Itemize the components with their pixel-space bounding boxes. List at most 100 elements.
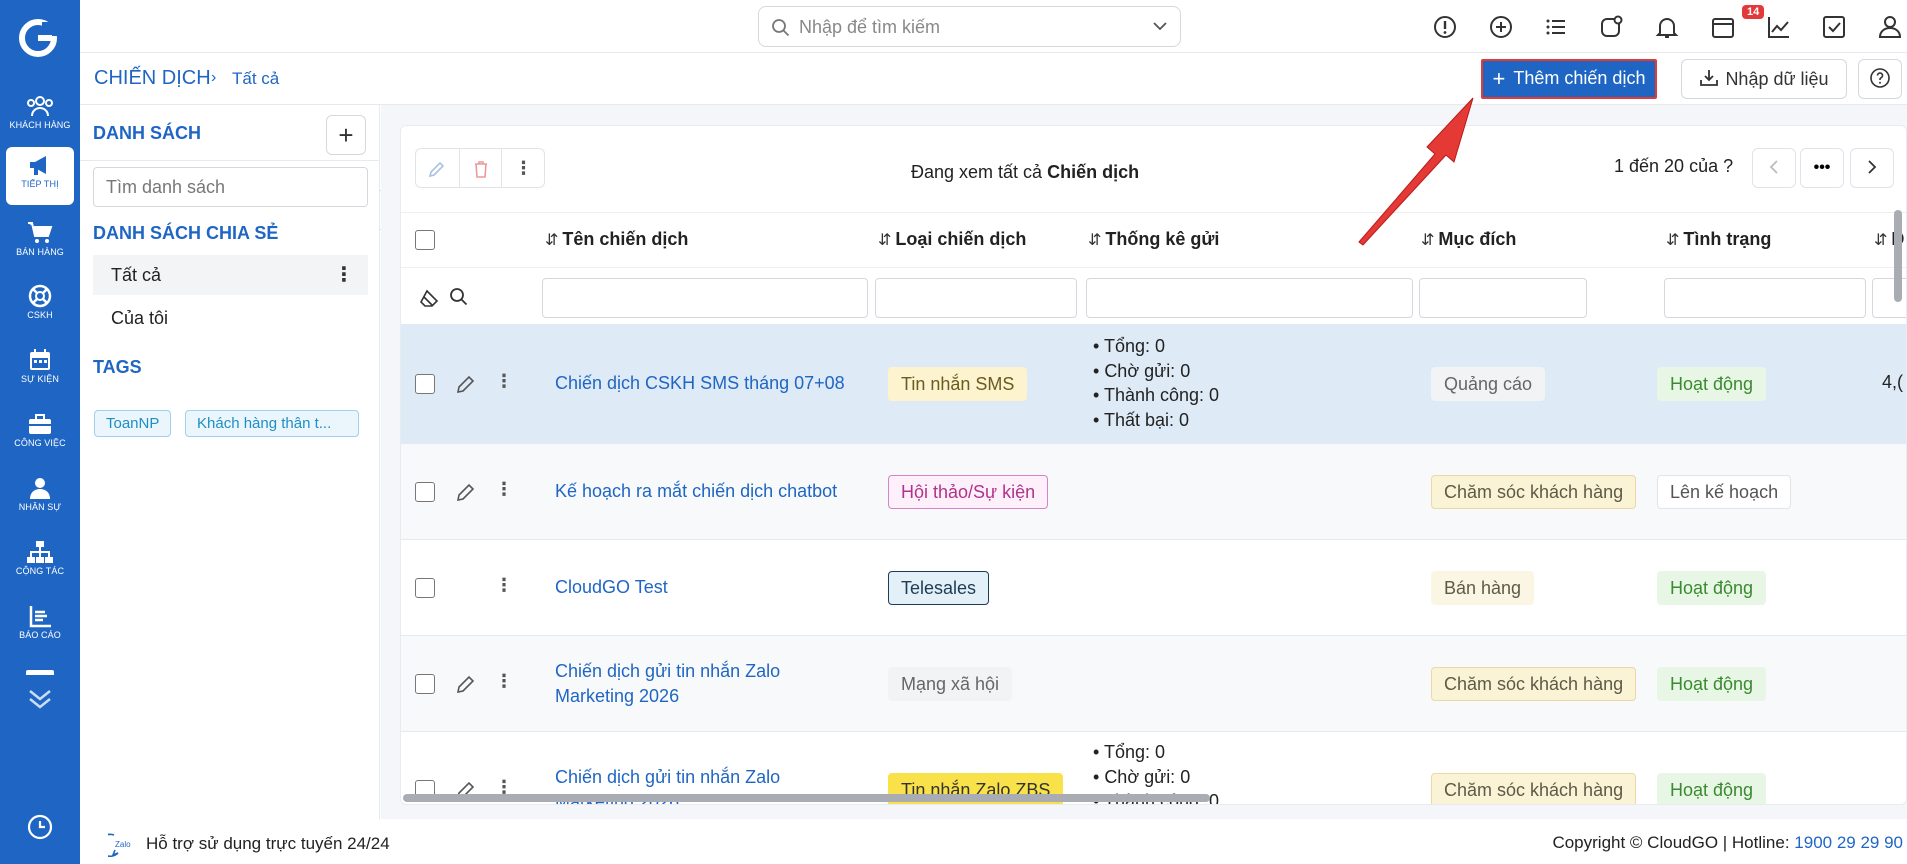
table-row[interactable]: ⋮ Chiến dịch gửi tin nhắn ZaloMarketing … — [401, 636, 1906, 732]
row-checkbox[interactable] — [415, 578, 435, 598]
bulk-actions: ⋮ — [415, 148, 545, 188]
nav-customers[interactable]: KHÁCH HÀNG — [0, 88, 80, 146]
nav-label: CSKH — [27, 310, 53, 320]
campaign-type-badge: Hội thảo/Sự kiện — [888, 475, 1049, 509]
list-item-all[interactable]: Tất cả ⋮ — [93, 255, 368, 295]
checkbox-icon[interactable] — [1821, 14, 1847, 40]
table-row[interactable]: ⋮ Chiến dịch CSKH SMS tháng 07+08 Tin nh… — [401, 324, 1906, 444]
search-input[interactable] — [799, 16, 1129, 38]
delete-button[interactable] — [459, 149, 502, 187]
tag-chip[interactable]: ToanNP — [94, 410, 172, 437]
select-all-checkbox[interactable] — [415, 230, 435, 250]
tags-title: TAGS — [93, 357, 142, 377]
column-header-type[interactable]: ⇵ Loại chiến dịch — [878, 229, 1026, 250]
campaign-name-link[interactable]: Kế hoạch ra mắt chiến dịch chatbot — [555, 479, 837, 504]
expand-down-icon[interactable] — [26, 688, 54, 710]
list-search-input[interactable] — [93, 167, 368, 207]
vertical-scrollbar[interactable] — [1894, 210, 1902, 302]
support-text[interactable]: Hỗ trợ sử dụng trực tuyến 24/24 — [146, 834, 390, 854]
status-badge: Hoạt động — [1657, 667, 1767, 701]
nav-reports[interactable]: BÁO CÁO — [0, 598, 80, 656]
filter-type-input[interactable] — [875, 278, 1077, 318]
zalo-icon[interactable]: Zalo — [108, 831, 138, 857]
column-header-status[interactable]: ⇵ Tình trạng — [1666, 229, 1771, 250]
annotation-arrow — [1358, 97, 1474, 246]
import-data-button[interactable]: Nhập dữ liệu — [1681, 59, 1847, 99]
edit-button[interactable] — [416, 149, 459, 187]
add-list-button[interactable]: + — [326, 115, 366, 155]
cloudgo-logo[interactable] — [18, 18, 62, 58]
clock-icon[interactable] — [27, 814, 53, 840]
next-page-button[interactable] — [1850, 148, 1894, 188]
nav-collaboration[interactable]: CỘNG TÁC — [0, 534, 80, 592]
help-button[interactable] — [1858, 59, 1902, 99]
column-header-stats[interactable]: ⇵ Thống kê gửi — [1088, 229, 1219, 250]
nav-sales[interactable]: BÁN HÀNG — [0, 215, 80, 273]
filter-purpose-input[interactable] — [1419, 278, 1587, 318]
scrollbar-thumb[interactable] — [403, 794, 1210, 802]
hotline-link[interactable]: 1900 29 29 90 — [1794, 833, 1903, 852]
more-vertical-icon[interactable]: ⋮ — [334, 255, 354, 295]
campaign-name-link[interactable]: CloudGO Test — [555, 575, 668, 600]
page-more-button[interactable]: ••• — [1800, 148, 1844, 188]
more-vertical-icon[interactable]: ⋮ — [502, 149, 545, 187]
tag-chip[interactable]: Khách hàng thân t... — [185, 410, 359, 437]
add-circle-icon[interactable] — [1488, 14, 1514, 40]
pencil-icon[interactable] — [455, 373, 477, 395]
list-icon[interactable] — [1543, 14, 1569, 40]
nav-label: CỘNG TÁC — [15, 566, 65, 576]
bell-icon[interactable] — [1654, 14, 1680, 40]
pencil-icon[interactable] — [455, 481, 477, 503]
horizontal-scrollbar[interactable] — [401, 793, 1906, 803]
campaign-name-link[interactable]: Chiến dịch gửi tin nhắn ZaloMarketing 20… — [555, 659, 780, 709]
breadcrumb-module[interactable]: CHIẾN DỊCH — [94, 67, 211, 90]
calendar-icon[interactable] — [1710, 14, 1736, 40]
add-campaign-button[interactable]: + Thêm chiến dịch — [1481, 59, 1657, 99]
row-checkbox[interactable] — [415, 482, 435, 502]
table-row[interactable]: ⋮ Kế hoạch ra mắt chiến dịch chatbot Hội… — [401, 444, 1906, 540]
nav-events[interactable]: SỰ KIỆN — [0, 342, 80, 400]
nav-marketing[interactable]: TIẾP THỊ — [6, 147, 74, 205]
campaign-name-link[interactable]: Chiến dịch CSKH SMS tháng 07+08 — [555, 371, 845, 396]
prev-page-button[interactable] — [1752, 148, 1796, 188]
footer: Zalo Hỗ trợ sử dụng trực tuyến 24/24 Cop… — [80, 819, 1907, 864]
global-search[interactable] — [758, 6, 1181, 47]
breadcrumb-current[interactable]: Tất cả — [232, 69, 279, 89]
more-vertical-icon[interactable]: ⋮ — [495, 371, 513, 392]
user-icon[interactable] — [1877, 14, 1903, 40]
search-icon[interactable] — [449, 287, 469, 307]
nav-tasks[interactable]: CÔNG VIỆC — [0, 406, 80, 464]
campaign-type-badge: Tin nhắn SMS — [888, 367, 1028, 401]
row-checkbox[interactable] — [415, 374, 435, 394]
report-icon — [29, 606, 51, 628]
filter-stats-input[interactable] — [1086, 278, 1413, 318]
more-vertical-icon[interactable]: ⋮ — [495, 671, 513, 692]
import-data-label: Nhập dữ liệu — [1725, 68, 1829, 89]
filter-status-input[interactable] — [1664, 278, 1866, 318]
nav-label: BÁN HÀNG — [16, 247, 64, 257]
table-row[interactable]: ⋮ CloudGO Test Telesales Bán hàng Hoạt đ… — [401, 540, 1906, 636]
shared-list-title: DANH SÁCH CHIA SẺ — [93, 223, 279, 243]
row-checkbox[interactable] — [415, 674, 435, 694]
paging-total-unknown[interactable]: ? — [1723, 156, 1733, 176]
line-chart-icon[interactable] — [1766, 14, 1792, 40]
more-vertical-icon[interactable]: ⋮ — [495, 479, 513, 500]
search-icon — [772, 19, 790, 37]
alert-icon[interactable] — [1432, 14, 1458, 40]
nav-hr[interactable]: NHÂN SỰ — [0, 470, 80, 528]
pencil-icon[interactable] — [455, 673, 477, 695]
column-header-name[interactable]: ⇵ Tên chiến dịch — [545, 229, 688, 250]
nav-support[interactable]: CSKH — [0, 278, 80, 336]
eraser-icon[interactable] — [419, 288, 441, 308]
purpose-badge: Chăm sóc khách hàng — [1431, 475, 1637, 509]
megaphone-icon — [30, 156, 46, 175]
org-chart-icon — [27, 541, 53, 563]
chevron-down-icon[interactable] — [1152, 20, 1168, 32]
app-badge-icon[interactable] — [1598, 14, 1624, 40]
more-vertical-icon[interactable]: ⋮ — [495, 575, 513, 596]
filter-name-input[interactable] — [542, 278, 868, 318]
list-item-mine[interactable]: Của tôi — [93, 298, 368, 338]
campaign-type-badge: Telesales — [888, 571, 990, 605]
purpose-badge: Bán hàng — [1431, 571, 1535, 605]
trash-icon — [475, 161, 487, 178]
